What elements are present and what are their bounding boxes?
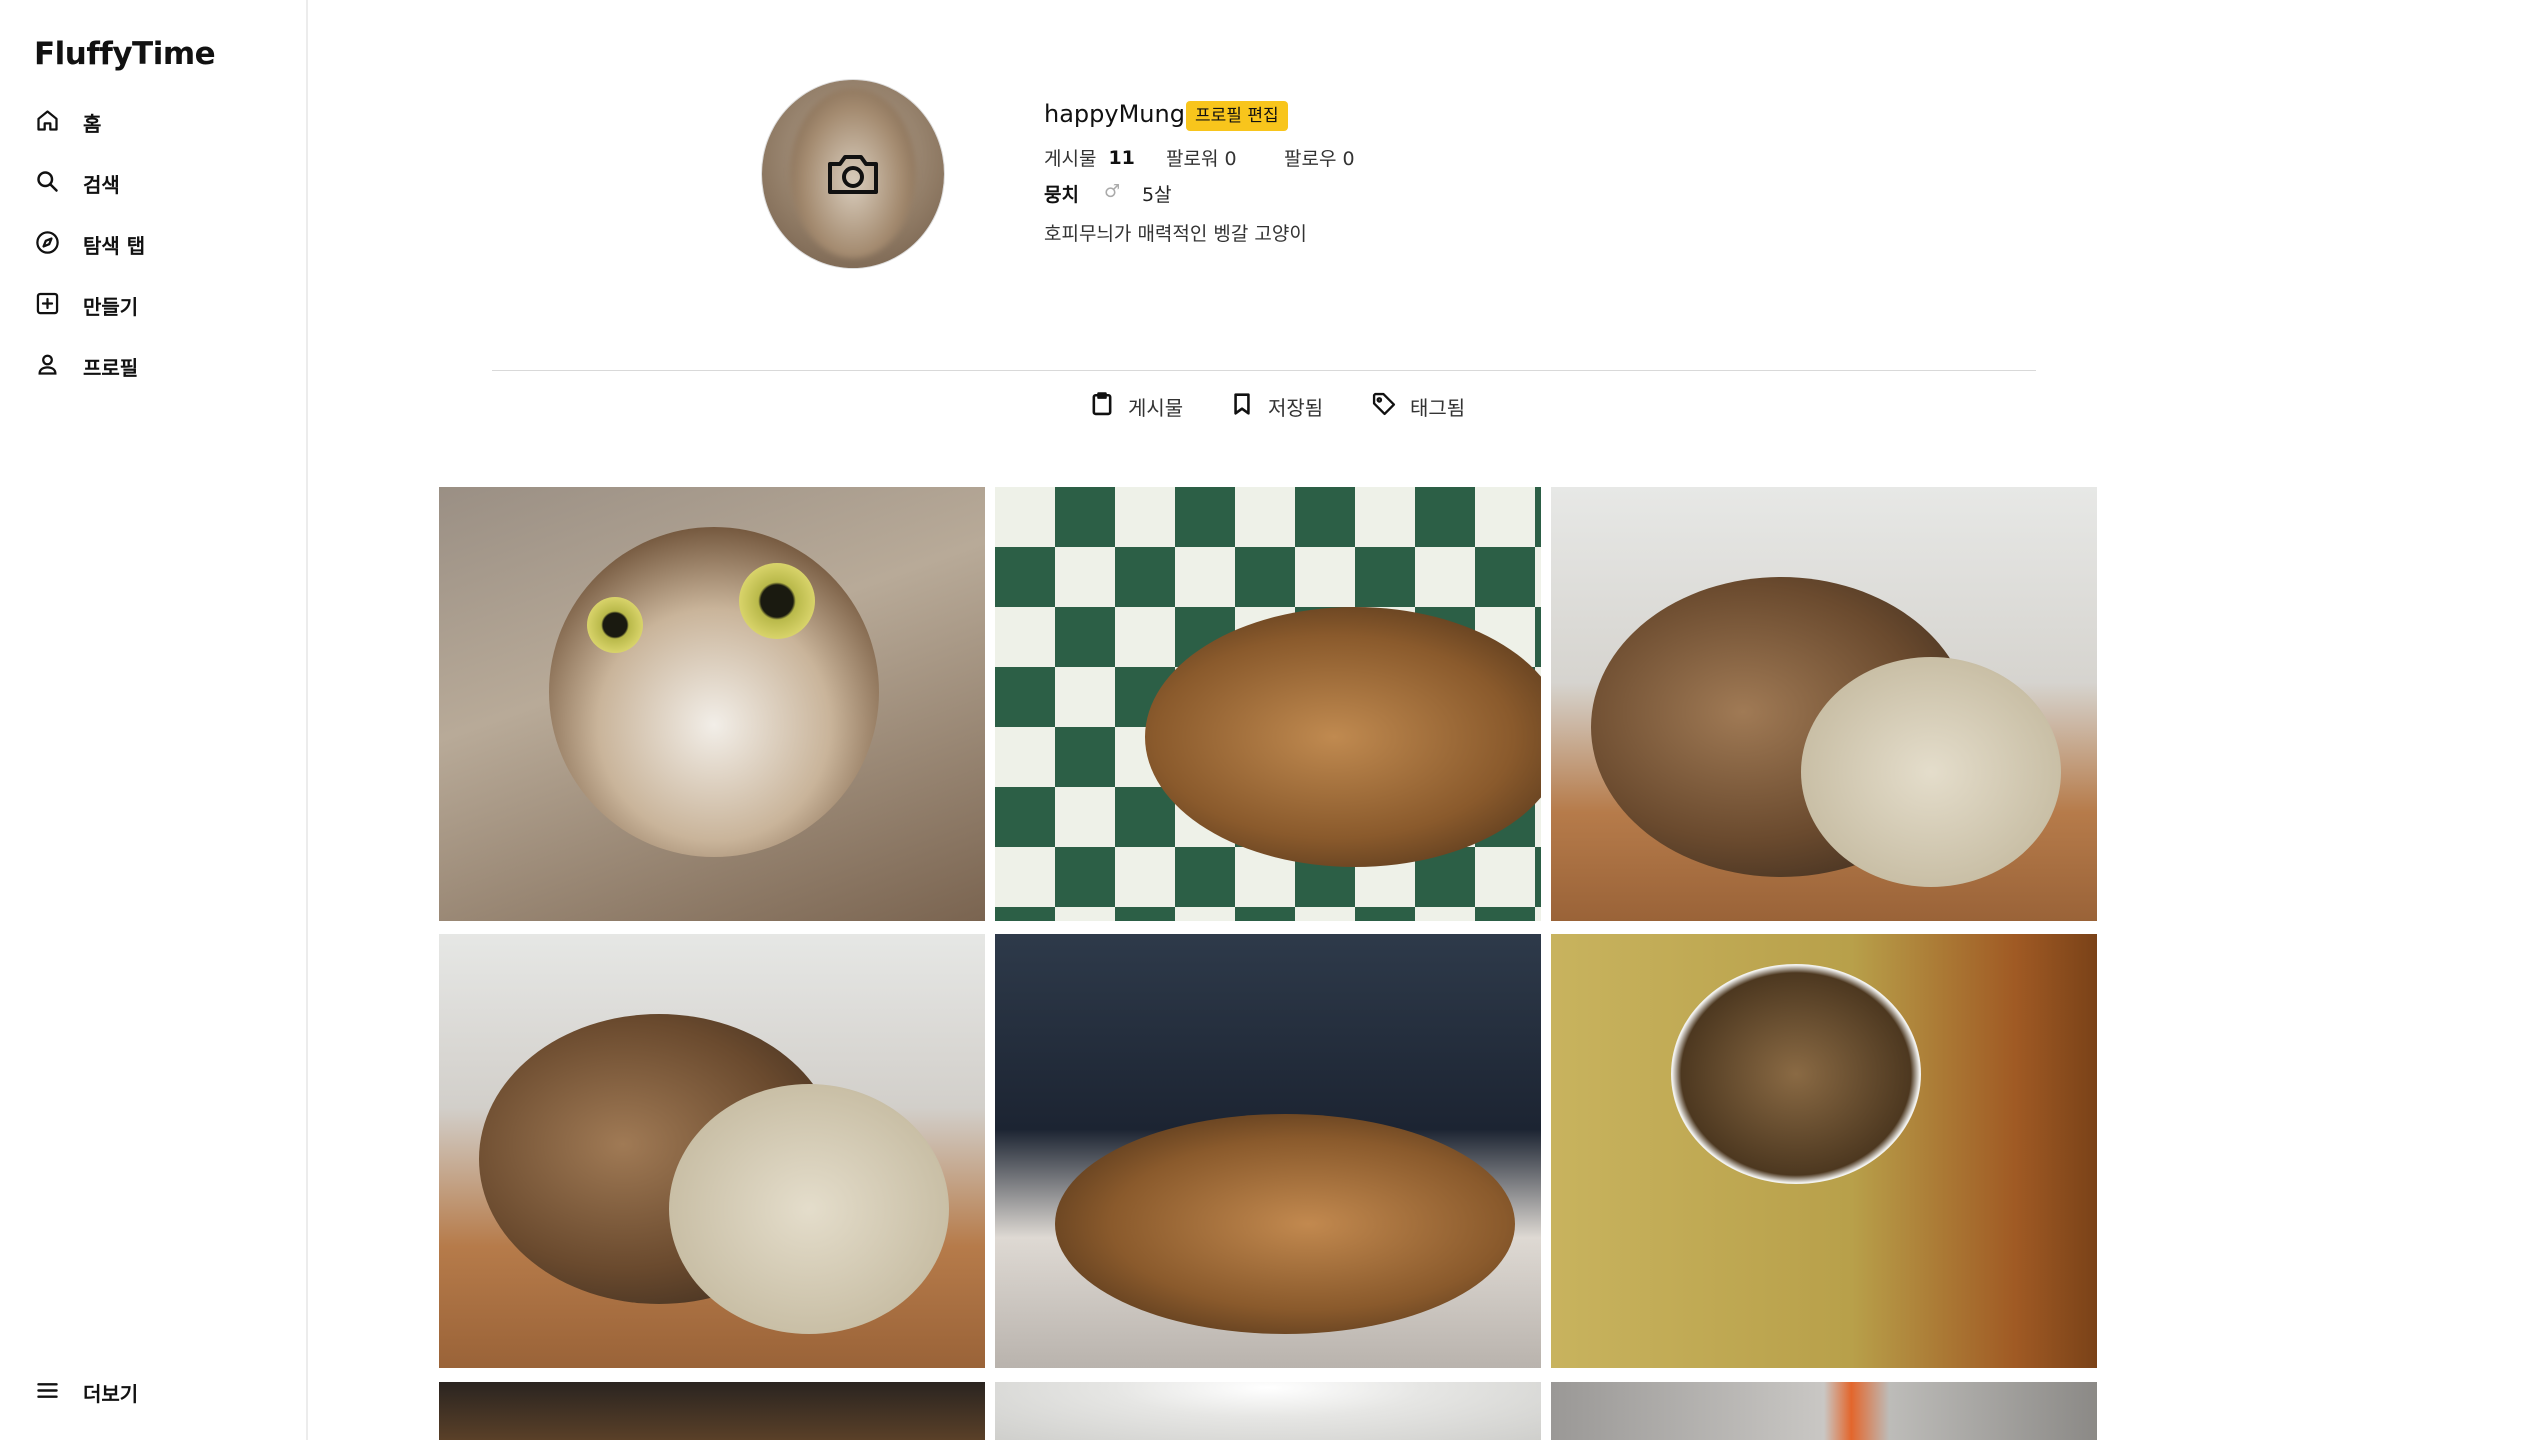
post-thumbnail[interactable] [995,487,1541,921]
sidebar: FluffyTime 홈 검색 탐색 탭 만들기 프로필 더보기 [0,0,308,1440]
menu-icon [34,1377,61,1408]
section-divider [492,370,2036,371]
post-thumbnail[interactable] [1551,1382,2097,1440]
post-thumbnail[interactable] [1551,487,2097,921]
posts-label: 게시물 [1044,148,1097,170]
sidebar-item-label: 탐색 탭 [83,233,146,258]
profile-username: happyMung [1044,100,1185,128]
bookmark-icon [1228,390,1256,423]
sidebar-item-profile[interactable]: 프로필 [34,346,138,386]
tab-label: 게시물 [1128,395,1184,420]
sidebar-item-label: 프로필 [83,355,139,380]
pet-age: 5살 [1142,184,1172,206]
profile-avatar[interactable] [762,80,944,268]
app-logo[interactable]: FluffyTime [34,36,216,72]
post-thumbnail[interactable] [995,1382,1541,1440]
edit-profile-button[interactable]: 프로필 편집 [1186,101,1288,131]
following-label: 팔로우 0 [1284,148,1355,170]
home-icon [34,107,61,138]
post-thumbnail[interactable] [439,487,985,921]
plus-square-icon [34,290,61,321]
post-thumbnail[interactable] [1551,934,2097,1368]
followers-stat[interactable]: 팔로워 0 [1166,144,1237,171]
posts-stat: 게시물 11 [1044,144,1135,171]
posts-count: 11 [1108,146,1135,169]
search-icon [34,168,61,199]
tab-posts[interactable]: 게시물 [1076,388,1183,424]
gender-icon: ♂ [1104,181,1121,202]
sidebar-item-search[interactable]: 검색 [34,163,120,203]
post-thumbnail[interactable] [439,934,985,1368]
sidebar-item-create[interactable]: 만들기 [34,285,138,325]
sidebar-item-label: 홈 [83,111,102,136]
camera-icon[interactable] [826,150,880,198]
tag-icon [1370,390,1398,423]
profile-bio: 호피무늬가 매력적인 벵갈 고양이 [1044,223,1307,245]
followers-label: 팔로워 0 [1166,148,1237,170]
clipboard-icon [1088,390,1116,423]
person-icon [34,351,61,382]
sidebar-item-label: 만들기 [83,294,139,319]
tab-label: 저장됨 [1268,395,1324,420]
tab-tagged[interactable]: 태그됨 [1358,388,1465,424]
following-stat[interactable]: 팔로우 0 [1284,144,1355,171]
post-thumbnail[interactable] [995,934,1541,1368]
sidebar-more-label: 더보기 [83,1381,139,1406]
sidebar-more-button[interactable]: 더보기 [34,1372,138,1412]
sidebar-item-label: 검색 [83,172,120,197]
pet-name: 뭉치 [1044,184,1079,206]
post-thumbnail[interactable] [439,1382,985,1440]
sidebar-item-home[interactable]: 홈 [34,102,101,142]
tab-label: 태그됨 [1410,395,1466,420]
compass-icon [34,229,61,260]
sidebar-item-explore[interactable]: 탐색 탭 [34,224,145,264]
tab-saved[interactable]: 저장됨 [1216,388,1323,424]
